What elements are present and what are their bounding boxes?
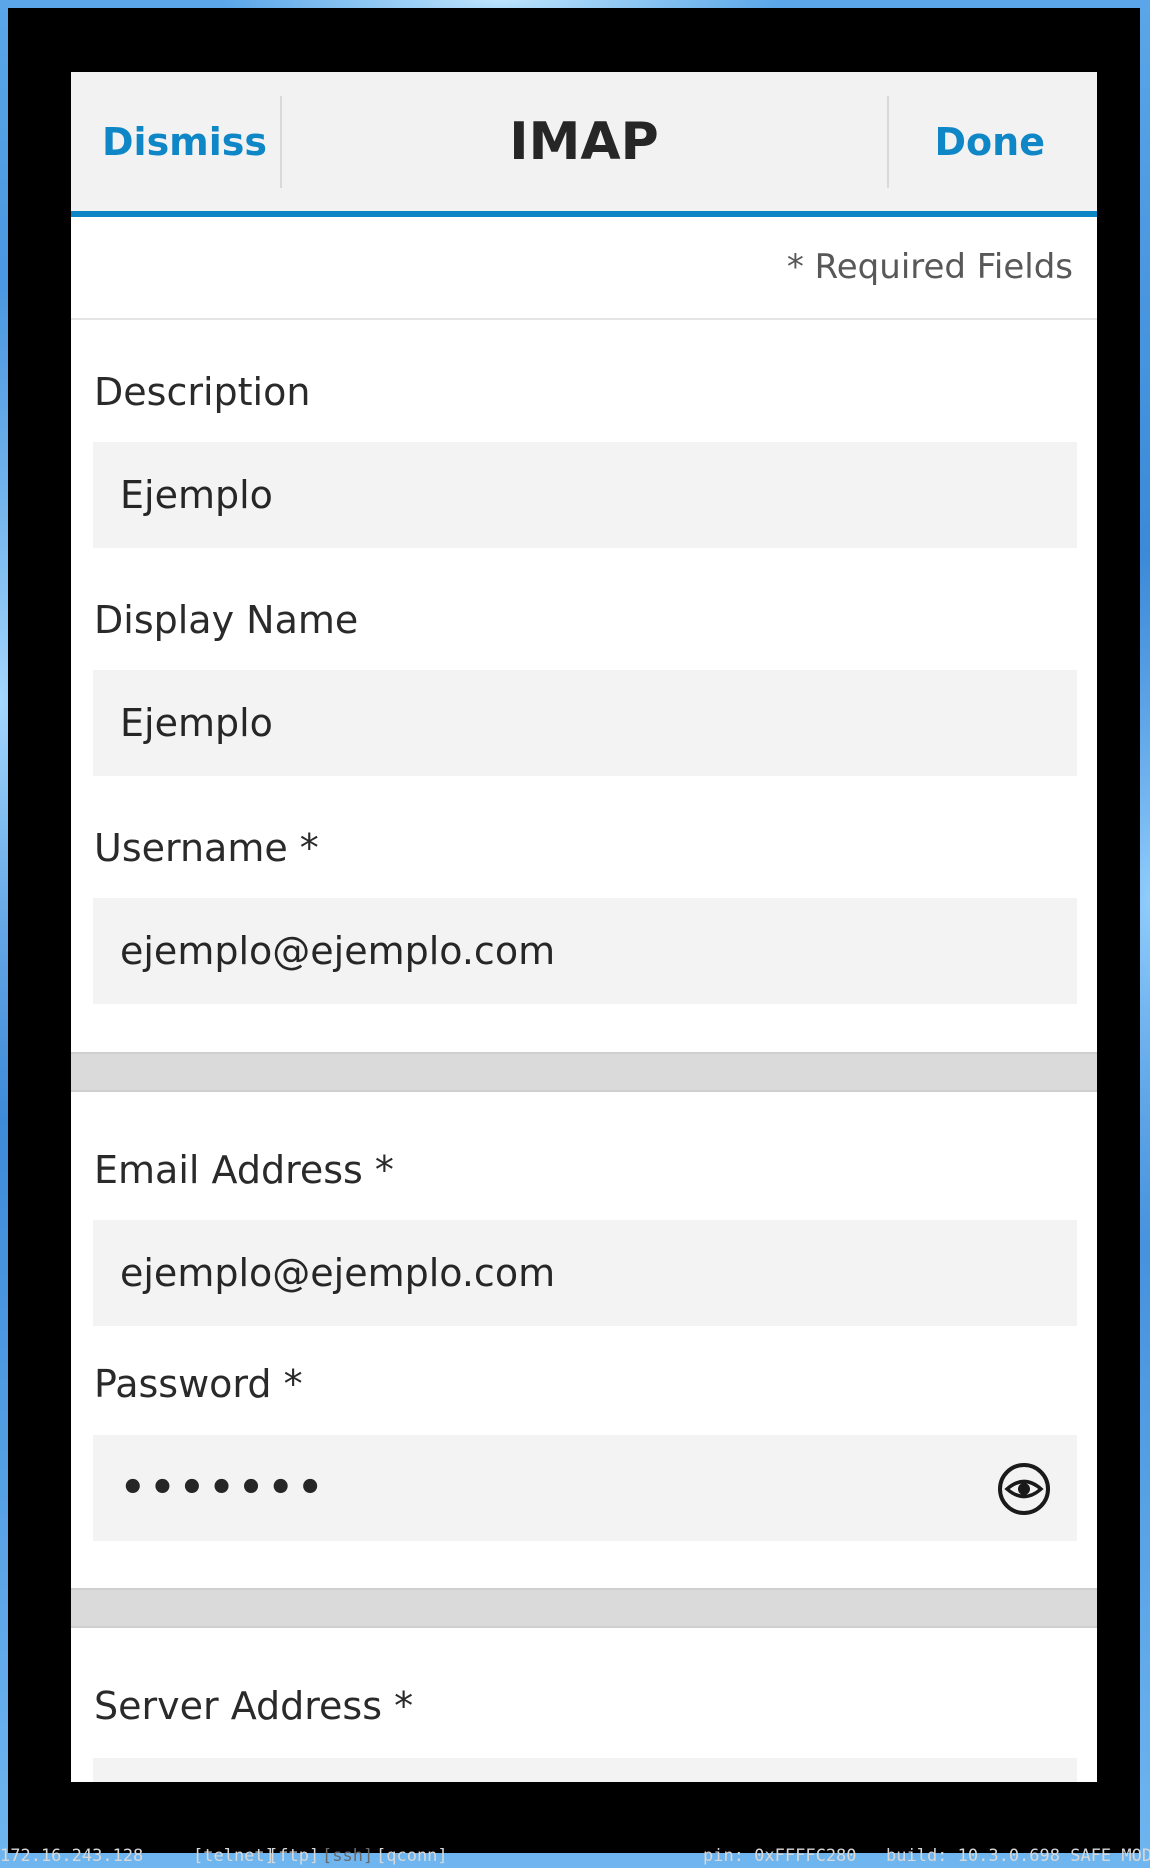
section-divider xyxy=(71,1052,1097,1092)
email-address-field[interactable]: ejemplo@ejemplo.com xyxy=(93,1220,1077,1326)
ssh-status: [ssh] xyxy=(322,1846,374,1866)
password-field[interactable]: ••••••• xyxy=(93,1435,1077,1541)
username-field[interactable]: ejemplo@ejemplo.com xyxy=(93,898,1077,1004)
ip-address: 172.16.243.128 xyxy=(0,1846,144,1866)
username-label: Username * xyxy=(94,826,319,870)
description-value: Ejemplo xyxy=(120,473,273,517)
description-label: Description xyxy=(94,370,311,414)
server-address-field[interactable] xyxy=(93,1758,1077,1782)
debug-status-bar: 172.16.243.128 [telnet] [ftp] [ssh] [qco… xyxy=(0,1846,1150,1868)
password-value: ••••••• xyxy=(120,1465,327,1511)
username-value: ejemplo@ejemplo.com xyxy=(120,929,556,973)
done-button[interactable]: Done xyxy=(935,72,1045,211)
display-name-value: Ejemplo xyxy=(120,701,273,745)
email-address-label: Email Address * xyxy=(94,1148,394,1192)
device-pin: pin: 0xFFFFC280 xyxy=(703,1846,857,1866)
eye-icon[interactable] xyxy=(997,1462,1051,1516)
password-label: Password * xyxy=(94,1362,303,1406)
ftp-status: [ftp] xyxy=(268,1846,320,1866)
email-address-value: ejemplo@ejemplo.com xyxy=(120,1251,556,1295)
imap-settings-dialog: Dismiss IMAP Done * Required Fields Desc… xyxy=(71,72,1097,1782)
required-fields-note: * Required Fields xyxy=(786,247,1073,287)
title-bar-divider xyxy=(887,96,889,188)
display-name-field[interactable]: Ejemplo xyxy=(93,670,1077,776)
section-divider xyxy=(71,1588,1097,1628)
telnet-status: [telnet] xyxy=(193,1846,275,1866)
description-field[interactable]: Ejemplo xyxy=(93,442,1077,548)
build-info: build: 10.3.0.698 SAFE MODE xyxy=(886,1846,1150,1866)
display-name-label: Display Name xyxy=(94,598,359,642)
server-address-label: Server Address * xyxy=(94,1684,414,1728)
qconn-status: [qconn] xyxy=(376,1846,448,1866)
required-fields-row: * Required Fields xyxy=(71,217,1097,320)
title-bar: Dismiss IMAP Done xyxy=(71,72,1097,217)
